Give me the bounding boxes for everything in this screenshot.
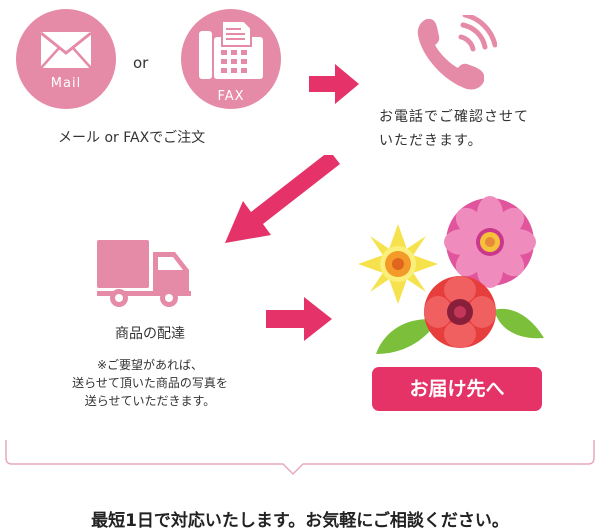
arrow-right-1 — [309, 64, 359, 104]
flowers-icon — [358, 196, 544, 354]
arrow-diagonal — [225, 155, 340, 243]
arrow-right-2 — [266, 297, 332, 341]
footer-message: 最短1日で対応いたします。お気軽にご相談ください。 — [91, 511, 509, 531]
truck-icon — [97, 240, 191, 307]
or-text: or — [133, 54, 149, 72]
mail-icon — [40, 31, 92, 69]
phone-icon — [417, 15, 497, 90]
step3-note-line1: ※ご要望があれば、 — [96, 358, 204, 372]
mail-label: Mail — [50, 76, 82, 91]
step3-note-line2: 送らせて頂いた商品の写真を — [72, 376, 228, 390]
mail-circle: Mail — [16, 9, 116, 109]
bracket-divider — [5, 440, 595, 476]
delivery-destination-badge: お届け先へ — [372, 367, 542, 411]
step3-caption: 商品の配達 — [115, 326, 185, 342]
step2-caption-line1: お電話でご確認させて — [379, 109, 529, 125]
step3-note-line3: 送らせていただきます。 — [84, 394, 216, 408]
fax-circle: FAX — [181, 9, 281, 109]
fax-label: FAX — [217, 89, 245, 104]
fax-icon — [199, 20, 263, 79]
step1-caption: メール or FAXでご注文 — [58, 130, 206, 146]
step2-caption-line2: いただきます。 — [379, 133, 483, 149]
